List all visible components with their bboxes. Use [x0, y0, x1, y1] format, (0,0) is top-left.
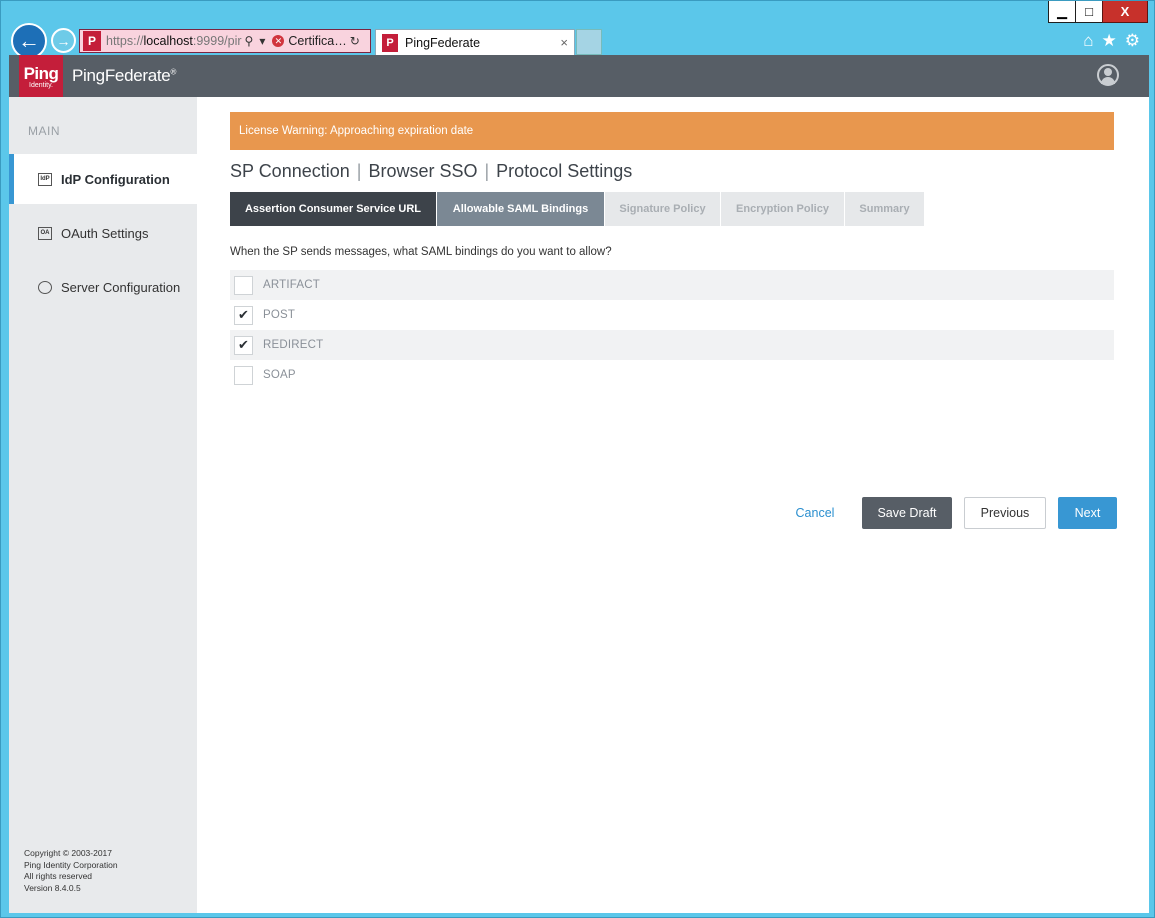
cancel-button[interactable]: Cancel — [795, 497, 835, 529]
redirect-checkbox[interactable]: ✔ — [234, 335, 253, 355]
certificate-error-label[interactable]: Certifica… — [288, 34, 346, 48]
sidebar: MAIN IdP IdP Configuration OA OAuth Sett… — [9, 97, 204, 913]
binding-label: REDIRECT — [263, 339, 324, 351]
main-content: License Warning: Approaching expiration … — [197, 97, 1149, 913]
sidebar-item-label: Server Configuration — [61, 279, 181, 295]
binding-label: SOAP — [263, 369, 296, 381]
address-bar[interactable]: P https:// localhost :9999/pir ⚲ ▾ ✕ Cer… — [79, 29, 371, 53]
dropdown-arrow-icon[interactable]: ▾ — [259, 34, 265, 48]
artifact-checkbox[interactable] — [234, 275, 253, 295]
favorites-star-icon[interactable]: ★ — [1102, 31, 1117, 51]
checkmark-icon: ✔ — [237, 307, 250, 322]
checkmark-icon: ✔ — [237, 337, 250, 352]
browser-toolbar-icons: ⌂ ★ ⚙ — [1083, 31, 1140, 51]
wizard-actions: Cancel Save Draft Previous Next — [197, 497, 1149, 529]
minimize-button[interactable]: ▁ — [1048, 1, 1076, 23]
sidebar-item-idp-configuration[interactable]: IdP IdP Configuration — [9, 154, 204, 204]
copyright-notice: Copyright © 2003-2017 Ping Identity Corp… — [24, 848, 118, 893]
post-checkbox[interactable]: ✔ — [234, 305, 253, 325]
breadcrumb: SP Connection | Browser SSO | Protocol S… — [230, 161, 632, 182]
forward-arrow-icon[interactable]: → — [51, 28, 76, 53]
browser-tab[interactable]: P PingFederate × — [375, 29, 575, 55]
ping-logo: Ping Identity. — [19, 55, 63, 99]
url-rest: :9999/pir — [192, 34, 242, 48]
window-controls: ▁ □ X — [1048, 1, 1148, 23]
previous-button[interactable]: Previous — [964, 497, 1046, 529]
home-icon[interactable]: ⌂ — [1083, 31, 1093, 51]
tab-encryption-policy: Encryption Policy — [721, 192, 844, 226]
refresh-icon[interactable]: ↻ — [350, 34, 360, 48]
sidebar-item-label: OAuth Settings — [61, 225, 149, 241]
app-header: Ping Identity. PingFederate® — [9, 55, 1149, 99]
new-tab-button[interactable] — [576, 29, 602, 55]
next-button[interactable]: Next — [1058, 497, 1117, 529]
close-window-button[interactable]: X — [1102, 1, 1148, 23]
settings-gear-icon[interactable]: ⚙ — [1125, 31, 1140, 51]
browser-window: ▁ □ X ← → P https:// localhost :9999/pir… — [0, 0, 1155, 918]
pingfederate-favicon-icon: P — [382, 33, 398, 52]
soap-checkbox[interactable] — [234, 365, 253, 385]
product-name: PingFederate® — [72, 66, 177, 85]
sidebar-item-oauth-settings[interactable]: OA OAuth Settings — [9, 208, 197, 258]
user-account-icon[interactable] — [1097, 64, 1119, 86]
maximize-button[interactable]: □ — [1075, 1, 1103, 23]
oauth-icon: OA — [38, 226, 52, 240]
tab-title: PingFederate — [405, 35, 481, 50]
search-icon[interactable]: ⚲ — [245, 34, 254, 48]
breadcrumb-item-browser-sso: Browser SSO — [368, 161, 478, 181]
sidebar-item-server-configuration[interactable]: Server Configuration — [9, 262, 197, 312]
server-icon — [38, 280, 52, 294]
sidebar-heading: MAIN — [28, 124, 60, 138]
app-viewport: Ping Identity. PingFederate® MAIN IdP Id… — [9, 55, 1149, 913]
idp-icon: IdP — [38, 172, 52, 186]
tab-signature-policy: Signature Policy — [605, 192, 720, 226]
sidebar-item-label: IdP Configuration — [61, 171, 170, 187]
tab-summary: Summary — [845, 192, 924, 226]
binding-option-soap: SOAP — [230, 360, 1114, 390]
url-host: localhost — [143, 34, 193, 48]
binding-option-redirect: ✔ REDIRECT — [230, 330, 1114, 360]
breadcrumb-item-protocol-settings: Protocol Settings — [496, 161, 633, 181]
bindings-question: When the SP sends messages, what SAML bi… — [230, 246, 612, 258]
tab-close-icon[interactable]: × — [560, 35, 568, 50]
back-arrow-icon[interactable]: ← — [11, 23, 47, 59]
tab-assertion-consumer-service-url[interactable]: Assertion Consumer Service URL — [230, 192, 436, 226]
certificate-error-icon[interactable]: ✕ — [272, 35, 285, 47]
pingfederate-favicon-icon: P — [83, 31, 101, 51]
url-scheme: https:// — [106, 34, 144, 48]
breadcrumb-separator: | — [356, 161, 362, 181]
binding-option-artifact: ARTIFACT — [230, 270, 1114, 300]
wizard-steps: Assertion Consumer Service URL Allowable… — [230, 192, 925, 226]
tab-allowable-saml-bindings[interactable]: Allowable SAML Bindings — [437, 192, 604, 226]
binding-option-post: ✔ POST — [230, 300, 1114, 330]
binding-label: ARTIFACT — [263, 279, 320, 291]
breadcrumb-item-sp-connection: SP Connection — [230, 161, 350, 181]
binding-label: POST — [263, 309, 296, 321]
license-warning-banner: License Warning: Approaching expiration … — [230, 112, 1114, 150]
breadcrumb-separator: | — [484, 161, 490, 181]
save-draft-button[interactable]: Save Draft — [862, 497, 952, 529]
